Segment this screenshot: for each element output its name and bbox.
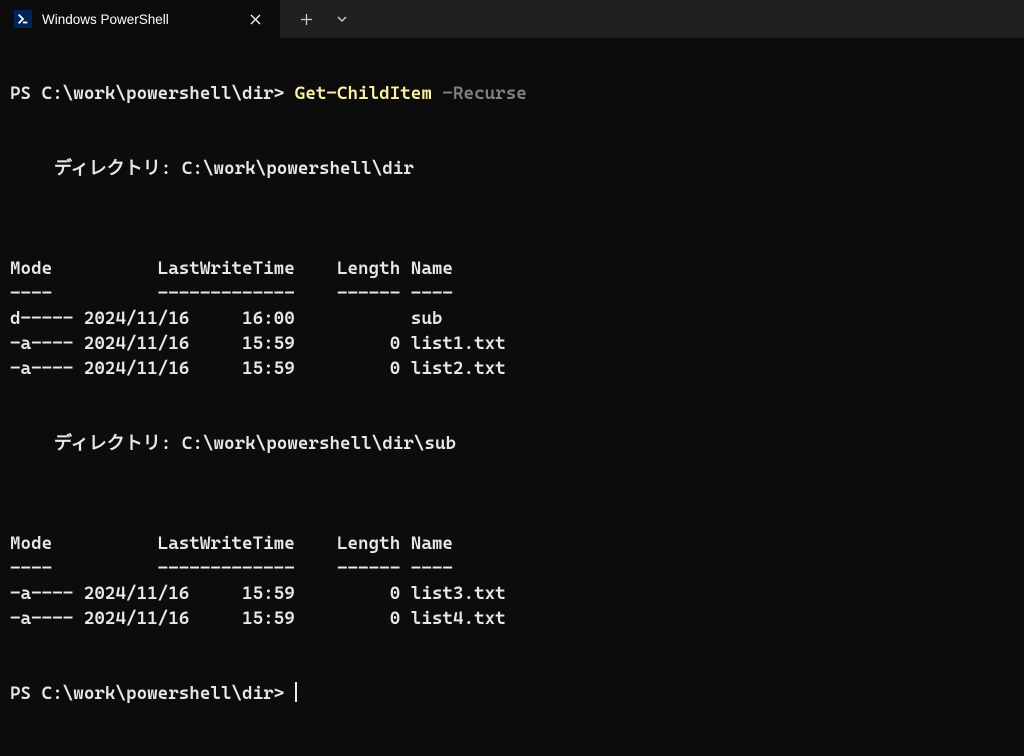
command-param: -Recurse [442, 83, 526, 104]
title-bar: Windows PowerShell [0, 0, 1024, 38]
row-datetime: 2024/11/16 15:59 [84, 356, 295, 381]
column-headers: ModeLastWriteTimeLengthName [10, 533, 453, 554]
prompt-path: PS C:\work\powershell\dir> [10, 83, 284, 104]
tab-dropdown-button[interactable] [326, 5, 358, 33]
cursor [295, 682, 297, 702]
tab-powershell[interactable]: Windows PowerShell [0, 0, 280, 38]
table-row: d-----2024/11/16 16:00sub [10, 308, 442, 329]
row-datetime: 2024/11/16 15:59 [84, 581, 295, 606]
tab-title: Windows PowerShell [42, 12, 169, 27]
table-row: -a----2024/11/16 15:590list4.txt [10, 608, 506, 629]
command: Get-ChildItem [295, 83, 432, 104]
column-underlines: --------------------------- [10, 283, 453, 304]
row-datetime: 2024/11/16 15:59 [84, 606, 295, 631]
column-headers: ModeLastWriteTimeLengthName [10, 258, 453, 279]
powershell-icon [14, 10, 32, 28]
row-datetime: 2024/11/16 16:00 [84, 306, 295, 331]
prompt-path: PS C:\work\powershell\dir> [10, 683, 284, 704]
prompt-line: PS C:\work\powershell\dir> Get-ChildItem… [10, 83, 527, 104]
directory-header-1: ディレクトリ: C:\work\powershell\dir\sub [10, 431, 1014, 456]
close-icon[interactable] [244, 8, 266, 30]
table-row: -a----2024/11/16 15:590list3.txt [10, 583, 506, 604]
row-datetime: 2024/11/16 15:59 [84, 331, 295, 356]
new-tab-button[interactable] [290, 5, 322, 33]
tab-bar-actions [280, 0, 368, 38]
prompt-line-empty: PS C:\work\powershell\dir> [10, 683, 297, 704]
table-row: -a----2024/11/16 15:590list2.txt [10, 358, 506, 379]
column-underlines: --------------------------- [10, 558, 453, 579]
terminal-output[interactable]: PS C:\work\powershell\dir> Get-ChildItem… [0, 38, 1024, 724]
directory-header-0: ディレクトリ: C:\work\powershell\dir [10, 156, 1014, 181]
table-row: -a----2024/11/16 15:590list1.txt [10, 333, 506, 354]
